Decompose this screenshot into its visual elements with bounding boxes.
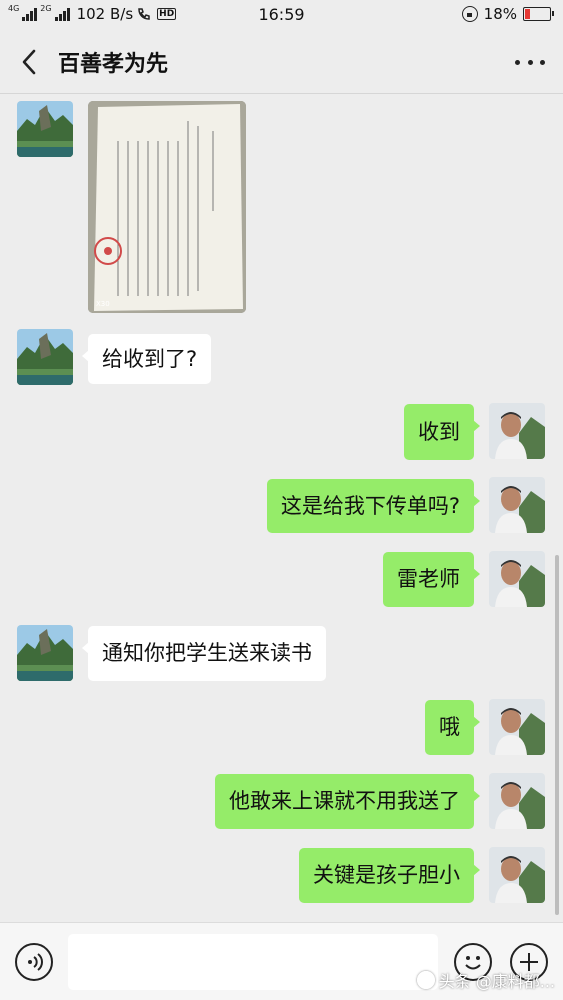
image-message[interactable]: X30 [88,101,246,313]
battery-percent: 18% [483,5,517,23]
voice-icon [28,953,43,971]
contact-avatar[interactable] [17,329,73,385]
watermark-logo-icon [416,971,435,989]
more-options-icon[interactable] [515,50,545,74]
message-bubble-sent[interactable]: 他敢来上课就不用我送了 [215,774,480,829]
battery-icon [523,7,554,21]
message-bubble-received[interactable]: 给收到了? [81,334,212,384]
status-right: 18% [461,5,554,23]
chat-scrollbar[interactable] [555,555,559,915]
input-bar: 头条 @康料都... [0,922,563,1000]
watermark: 头条 @康料都... [416,968,555,992]
message-bubble-sent[interactable]: 收到 [404,404,480,460]
status-bar: 4G 2G 102 B/s HD 16:59 18% [0,0,563,30]
battery-level-fill [525,9,530,19]
self-avatar[interactable] [489,477,545,533]
svg-text:X30: X30 [96,300,110,308]
rotation-lock-icon [461,6,478,22]
self-avatar[interactable] [489,847,545,903]
voice-input-button[interactable] [15,943,53,981]
chat-title: 百善孝为先 [58,52,169,77]
message-bubble-sent[interactable]: 哦 [425,700,480,755]
contact-avatar[interactable] [17,101,73,157]
self-avatar[interactable] [489,699,545,755]
message-input[interactable] [68,934,438,990]
message-bubble-sent[interactable]: 雷老师 [383,552,480,607]
contact-avatar[interactable] [17,625,73,681]
self-avatar[interactable] [489,403,545,459]
self-avatar[interactable] [489,773,545,829]
back-arrow-icon[interactable] [16,48,42,76]
self-avatar[interactable] [489,551,545,607]
chat-header: 百善孝为先 [0,30,563,94]
message-bubble-sent[interactable]: 关键是孩子胆小 [299,848,480,903]
message-bubble-received[interactable]: 通知你把学生送来读书 [82,626,326,681]
watermark-text: 头条 @康料都... [438,972,555,991]
message-bubble-sent[interactable]: 这是给我下传单吗? [266,479,481,533]
